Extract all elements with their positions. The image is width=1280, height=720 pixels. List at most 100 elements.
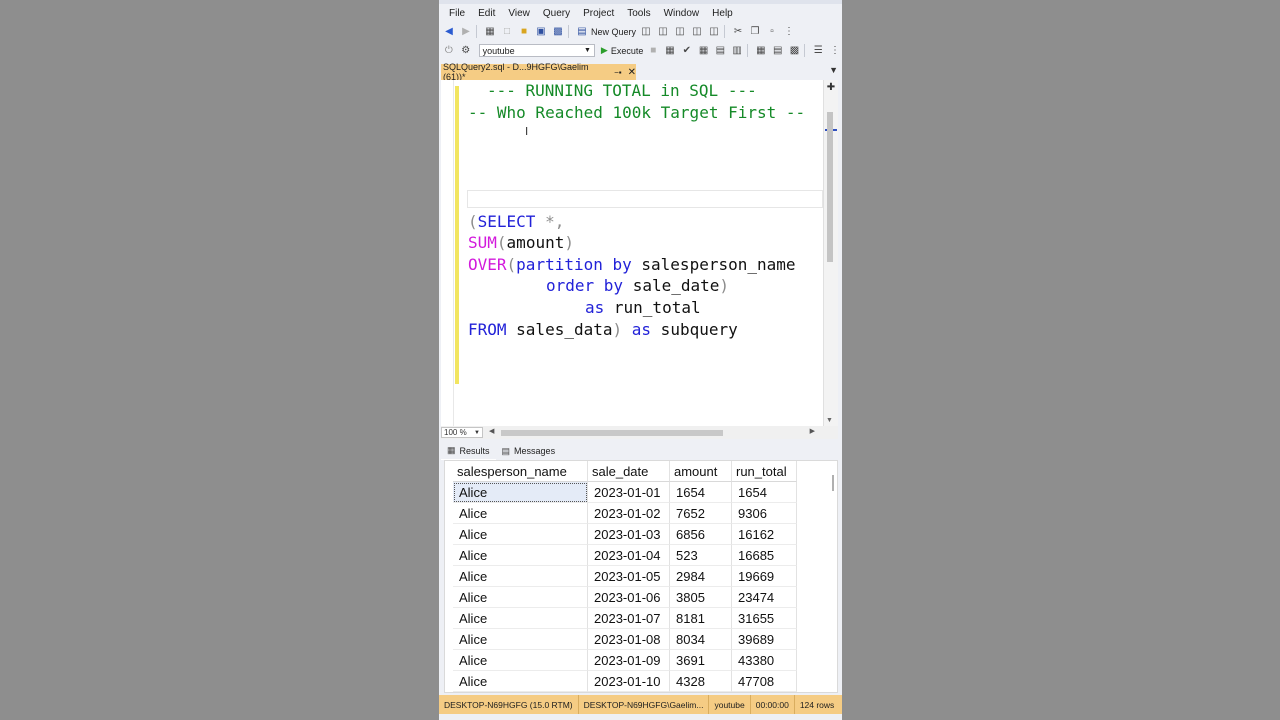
back-icon[interactable]: ◀ [442, 25, 456, 39]
table-cell[interactable]: Alice [453, 587, 588, 608]
menu-help[interactable]: Help [702, 8, 733, 19]
table-cell[interactable]: 2023-01-01 [588, 482, 670, 503]
table-cell[interactable]: 16162 [732, 524, 797, 545]
menu-window[interactable]: Window [654, 8, 700, 19]
query-options-icon[interactable]: ▤ [713, 44, 727, 58]
table-cell[interactable]: 3691 [670, 650, 732, 671]
new-query-button[interactable]: New Query [591, 27, 636, 37]
table-cell[interactable]: Alice [453, 608, 588, 629]
xmla-query-icon[interactable]: ◫ [690, 25, 704, 39]
toolbar-overflow-icon[interactable]: ⋮ [828, 44, 842, 58]
table-cell[interactable]: 2023-01-02 [588, 503, 670, 524]
table-cell[interactable]: Alice [453, 524, 588, 545]
scroll-down-icon[interactable]: ▼ [826, 417, 833, 424]
split-window-icon[interactable]: ✚ [825, 82, 837, 94]
cut-icon[interactable]: ✂ [731, 25, 745, 39]
dax-query-icon[interactable]: ◫ [707, 25, 721, 39]
results-scrollbar[interactable] [832, 475, 834, 491]
dmx-query-icon[interactable]: ◫ [673, 25, 687, 39]
tab-messages[interactable]: ▤ Messages [496, 443, 562, 459]
column-header[interactable]: sale_date [588, 461, 670, 482]
results-to-text-icon[interactable]: ▤ [771, 44, 785, 58]
tab-results[interactable]: ▦ Results [441, 442, 496, 460]
menu-edit[interactable]: Edit [468, 8, 495, 19]
menu-tools[interactable]: Tools [617, 8, 650, 19]
display-plan-icon[interactable]: ▦ [697, 44, 711, 58]
scroll-left-icon[interactable]: ◀ [489, 427, 494, 435]
intellisense-icon[interactable]: ▥ [730, 44, 744, 58]
save-icon[interactable]: ▣ [534, 25, 548, 39]
table-cell[interactable]: Alice [453, 545, 588, 566]
editor-horizontal-scrollbar[interactable]: ◀ ▶ [487, 427, 817, 438]
column-header[interactable]: run_total [732, 461, 797, 482]
menu-project[interactable]: Project [573, 8, 614, 19]
tab-overflow-icon[interactable]: ▼ [829, 65, 838, 75]
table-cell[interactable]: 2023-01-08 [588, 629, 670, 650]
table-cell[interactable]: 7652 [670, 503, 732, 524]
scroll-right-icon[interactable]: ▶ [810, 427, 815, 435]
table-cell[interactable]: 8034 [670, 629, 732, 650]
menu-query[interactable]: Query [533, 8, 570, 19]
table-cell[interactable]: 2023-01-03 [588, 524, 670, 545]
table-cell[interactable]: 523 [670, 545, 732, 566]
connect-icon[interactable]: ⏻ [442, 44, 456, 58]
change-connection-icon[interactable]: ⚙ [459, 44, 473, 58]
table-cell[interactable]: 2984 [670, 566, 732, 587]
copy-icon[interactable]: ❐ [748, 25, 762, 39]
table-cell[interactable]: 1654 [732, 482, 797, 503]
table-cell[interactable]: 16685 [732, 545, 797, 566]
parse-checkmark-icon[interactable]: ✔ [680, 44, 694, 58]
table-cell[interactable]: Alice [453, 566, 588, 587]
debug-icon[interactable]: ▦ [663, 44, 677, 58]
scroll-thumb[interactable] [501, 430, 723, 436]
open-folder-icon[interactable]: ■ [517, 25, 531, 39]
database-query-icon[interactable]: ◫ [639, 25, 653, 39]
table-cell[interactable]: 9306 [732, 503, 797, 524]
table-cell[interactable]: Alice [453, 671, 588, 692]
results-to-grid-icon[interactable]: ▦ [754, 44, 768, 58]
table-cell[interactable]: 1654 [670, 482, 732, 503]
save-all-icon[interactable]: ▩ [551, 25, 565, 39]
table-cell[interactable]: 8181 [670, 608, 732, 629]
table-cell[interactable]: Alice [453, 503, 588, 524]
table-cell[interactable]: 2023-01-04 [588, 545, 670, 566]
column-header[interactable]: amount [670, 461, 732, 482]
table-cell[interactable]: Alice [453, 629, 588, 650]
table-cell[interactable]: Alice [453, 650, 588, 671]
comment-icon[interactable]: ☰ [811, 44, 825, 58]
close-icon[interactable]: ✕ [628, 67, 636, 78]
mdx-query-icon[interactable]: ◫ [656, 25, 670, 39]
menu-file[interactable]: File [439, 8, 465, 19]
forward-icon[interactable]: ▶ [459, 25, 473, 39]
results-to-file-icon[interactable]: ▩ [788, 44, 802, 58]
new-project-icon[interactable]: ▦ [483, 25, 497, 39]
table-cell[interactable]: 2023-01-06 [588, 587, 670, 608]
paste-icon[interactable]: ▫ [765, 25, 779, 39]
table-cell[interactable]: 2023-01-05 [588, 566, 670, 587]
table-cell[interactable]: 43380 [732, 650, 797, 671]
new-query-icon[interactable]: ▤ [575, 25, 589, 39]
table-cell[interactable]: 3805 [670, 587, 732, 608]
table-cell[interactable]: 47708 [732, 671, 797, 692]
execute-button[interactable]: ▶ Execute [601, 45, 643, 56]
table-cell[interactable]: 23474 [732, 587, 797, 608]
table-cell[interactable]: 2023-01-09 [588, 650, 670, 671]
table-cell[interactable]: 2023-01-10 [588, 671, 670, 692]
table-cell[interactable]: 19669 [732, 566, 797, 587]
database-select[interactable]: youtube ▼ [478, 44, 595, 57]
stop-icon[interactable]: ■ [646, 44, 660, 58]
menu-view[interactable]: View [498, 8, 530, 19]
pin-icon[interactable]: −▪ [614, 68, 622, 77]
table-cell[interactable]: 39689 [732, 629, 797, 650]
new-file-icon[interactable]: □ [500, 25, 514, 39]
table-cell[interactable]: 4328 [670, 671, 732, 692]
scroll-thumb[interactable] [827, 112, 833, 262]
table-cell-selected[interactable]: Alice [453, 482, 588, 503]
editor-vertical-scrollbar[interactable]: ✚ ▼ [823, 80, 838, 426]
results-grid[interactable]: salesperson_name sale_date amount run_to… [444, 460, 838, 693]
table-cell[interactable]: 31655 [732, 608, 797, 629]
toolbar-overflow-icon[interactable]: ⋮ [782, 25, 796, 39]
table-cell[interactable]: 6856 [670, 524, 732, 545]
tab-sqlquery2[interactable]: SQLQuery2.sql - D...9HGFG\Gaelim (61))* … [441, 62, 636, 82]
zoom-select[interactable]: 100 % ▼ [441, 427, 483, 438]
